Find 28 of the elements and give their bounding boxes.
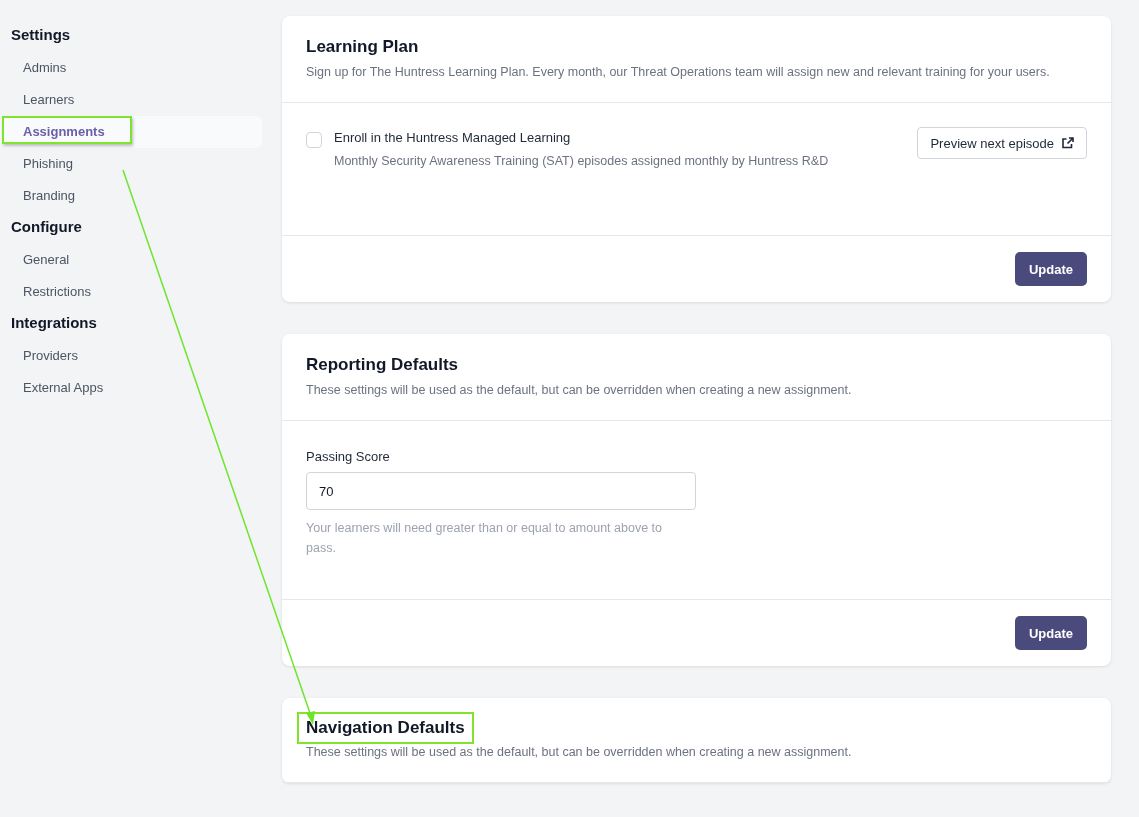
- external-link-icon: [1062, 137, 1074, 149]
- sidebar-item[interactable]: General: [0, 244, 262, 276]
- checkbox[interactable]: [306, 132, 322, 148]
- update-button[interactable]: Update: [1014, 252, 1087, 286]
- card-title: Reporting Defaults: [306, 354, 459, 376]
- sidebar-item[interactable]: Providers: [0, 340, 262, 372]
- preview-button[interactable]: Preview next episode: [917, 127, 1087, 159]
- card-title: Learning Plan: [306, 36, 419, 58]
- update-button[interactable]: Update: [1014, 616, 1087, 650]
- sidebar-item[interactable]: Restrictions: [0, 276, 262, 308]
- sidebar-item[interactable]: External Apps: [0, 372, 262, 404]
- sidebar-heading: Configure: [10, 218, 83, 237]
- card-description: Sign up for The Huntress Learning Plan. Every month, our Threat Operations team will assign new and relevant training for your users.: [306, 64, 1051, 81]
- sidebar-item[interactable]: Learners: [0, 84, 262, 116]
- card-description: These settings will be used as the default, but can be overridden when creating a new assignment.: [306, 744, 853, 761]
- sidebar-heading: Integrations: [10, 314, 98, 333]
- sidebar-heading: Settings: [10, 26, 72, 45]
- passing-score-field[interactable]: 70: [306, 472, 696, 510]
- sidebar-item[interactable]: Assignments: [0, 116, 262, 148]
- checkbox-label: Enroll in the Huntress Managed Learning: [334, 129, 572, 147]
- sidebar-item[interactable]: Branding: [0, 180, 262, 212]
- card-description: These settings will be used as the default, but can be overridden when creating a new assignment.: [306, 382, 853, 399]
- checkbox-hint: Monthly Security Awareness Training (SAT) episodes assigned monthly by Huntress R&D: [334, 153, 830, 170]
- sidebar-item[interactable]: Admins: [0, 52, 262, 84]
- card-title: Navigation Defaults: [297, 712, 474, 744]
- sidebar-item[interactable]: Phishing: [0, 148, 262, 180]
- field-label: Passing Score: [306, 449, 391, 464]
- field-hint: Your learners will need greater than or equal to amount above to pass.: [306, 520, 664, 557]
